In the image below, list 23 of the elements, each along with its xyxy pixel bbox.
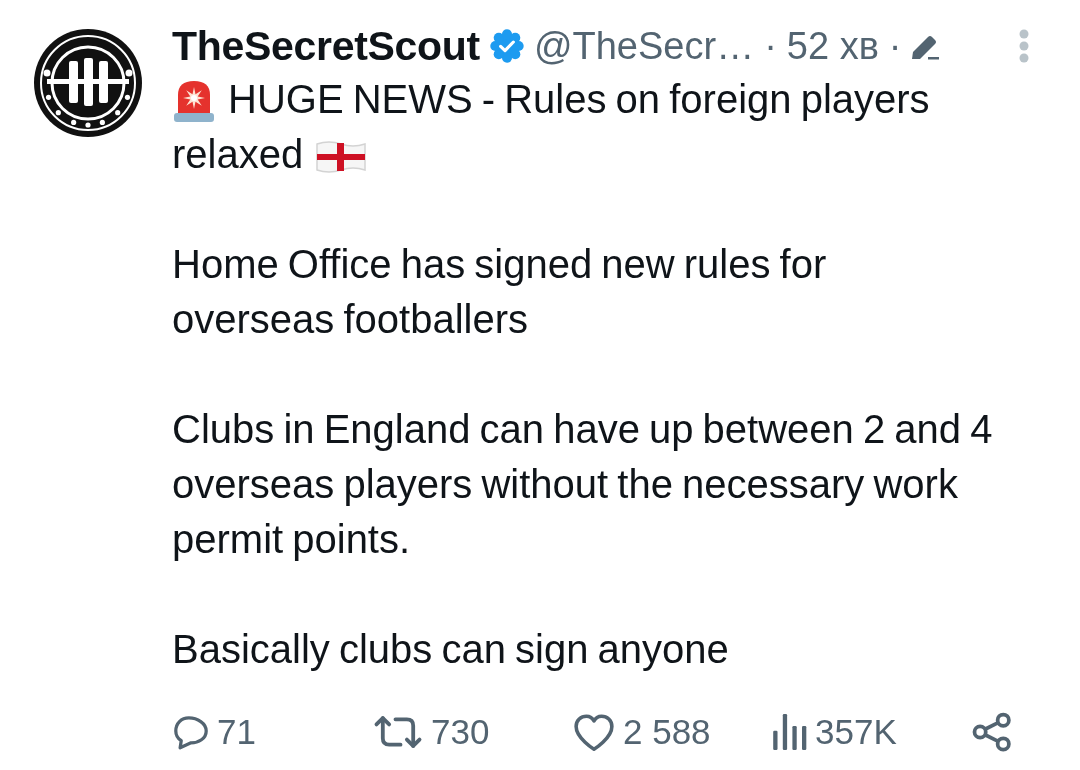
tweet-text: Home Office has signed new rules for overseas footballers: [172, 241, 828, 343]
author-handle[interactable]: @TheSecr…: [533, 24, 755, 68]
post-time[interactable]: 52 хв: [786, 24, 879, 68]
repost-button[interactable]: 730: [372, 711, 490, 753]
speech-bubble-icon: [172, 714, 210, 750]
reply-button[interactable]: 71: [172, 711, 256, 753]
separator-dot: ·: [888, 24, 902, 68]
headline-text: relaxed: [172, 131, 304, 178]
flag-icon: [315, 139, 368, 174]
like-button[interactable]: 2 588: [572, 711, 711, 753]
share-button[interactable]: [972, 712, 1012, 752]
headline-text: HUGE NEWS - Rules on foreign players: [228, 76, 930, 123]
bar-chart-icon: [772, 714, 808, 750]
tweet-text: Basically clubs can sign anyone: [172, 626, 730, 673]
more-icon: [1019, 29, 1029, 63]
separator-dot: ·: [764, 24, 777, 68]
tweet-text: Clubs in England can have up between 2 and 4 overseas players without the necessary work permit points.: [172, 406, 994, 563]
heart-icon: [572, 712, 616, 752]
emblem-avatar[interactable]: [33, 28, 143, 138]
views-button[interactable]: 357K: [772, 711, 897, 753]
repost-arrows-icon: [372, 713, 424, 751]
author-name[interactable]: TheSecretScout: [172, 22, 480, 70]
share-icon: [972, 712, 1012, 752]
